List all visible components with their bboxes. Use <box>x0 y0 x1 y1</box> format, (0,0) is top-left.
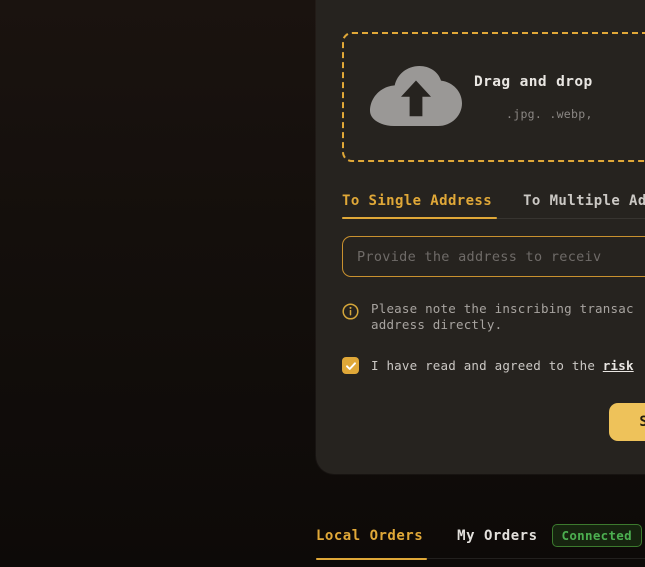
dropzone-text: Drag and drop .jpg. .webp, <box>474 74 593 121</box>
note-line-2: address directly. <box>371 317 503 332</box>
inscribe-note: Please note the inscribing transac addre… <box>342 301 645 333</box>
app-root: Drag and drop .jpg. .webp, To Single Add… <box>0 0 645 567</box>
check-icon <box>345 361 356 370</box>
orders-tabs: Local Orders My Orders Connected <box>316 524 645 558</box>
tab-my-orders[interactable]: My Orders <box>457 528 537 555</box>
active-tab-underline <box>342 217 497 219</box>
address-input[interactable]: Provide the address to receiv <box>342 236 645 277</box>
tab-local-orders[interactable]: Local Orders <box>316 528 423 555</box>
card-content: Drag and drop .jpg. .webp, To Single Add… <box>342 32 645 441</box>
file-dropzone[interactable]: Drag and drop .jpg. .webp, <box>342 32 645 162</box>
note-text: Please note the inscribing transac addre… <box>371 301 634 333</box>
agreement-label: I have read and agreed to the <box>371 358 603 373</box>
orders-section: Local Orders My Orders Connected <box>316 524 645 560</box>
agreement-text: I have read and agreed to the risk <box>371 358 634 373</box>
agreement-checkbox[interactable] <box>342 357 359 374</box>
orders-active-underline <box>316 558 427 560</box>
agreement-row[interactable]: I have read and agreed to the risk <box>342 357 645 374</box>
dropzone-title: Drag and drop <box>474 73 593 90</box>
tab-to-single-address[interactable]: To Single Address <box>342 193 492 219</box>
submit-row: Submi <box>342 403 645 441</box>
risk-disclosure-link[interactable]: risk <box>603 358 634 373</box>
address-mode-tabs: To Single Address To Multiple Ad <box>342 193 645 219</box>
submit-button[interactable]: Submi <box>609 403 645 441</box>
connection-status-badge: Connected <box>551 524 642 547</box>
info-circle-icon <box>342 303 359 320</box>
note-line-1: Please note the inscribing transac <box>371 301 634 316</box>
dropzone-formats: .jpg. .webp, <box>506 106 593 121</box>
inscribe-card-panel: Drag and drop .jpg. .webp, To Single Add… <box>316 0 645 474</box>
tab-to-multiple-addresses[interactable]: To Multiple Ad <box>523 193 645 219</box>
orders-divider-wrap <box>316 558 645 560</box>
cloud-upload-icon <box>370 66 462 128</box>
address-input-placeholder: Provide the address to receiv <box>357 248 602 265</box>
